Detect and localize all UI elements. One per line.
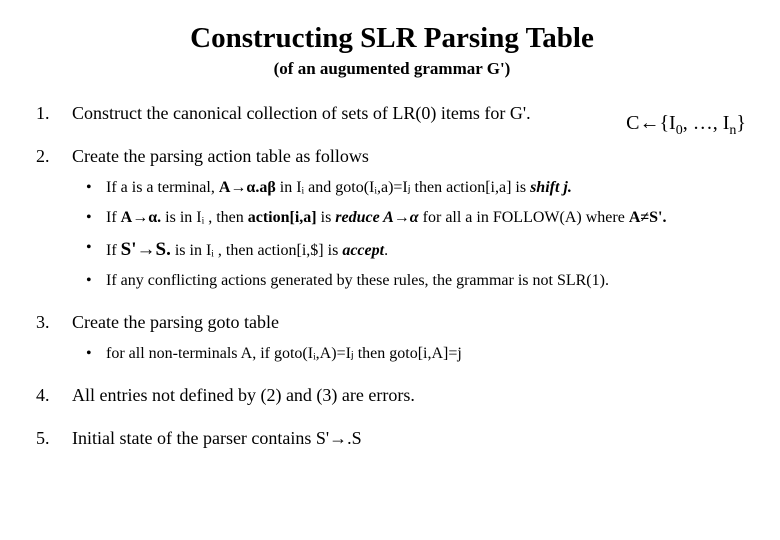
step-2c-mid: is in Iᵢ , then action[i,$] is bbox=[171, 242, 342, 259]
step-2-text: Create the parsing action table as follo… bbox=[72, 146, 369, 166]
step-2b-mid2: is bbox=[317, 209, 336, 226]
step-2a-action: shift j. bbox=[530, 179, 572, 196]
step-2c-production: S'→S. bbox=[121, 242, 171, 259]
step-4-text: All entries not defined by (2) and (3) a… bbox=[72, 385, 415, 405]
step-2a: If a is a terminal, A→α.aβ in Iᵢ and got… bbox=[72, 177, 748, 199]
step-2c-dot: . bbox=[384, 242, 388, 259]
step-2a-pre: If a is a terminal, bbox=[106, 179, 219, 196]
step-3a-text: for all non-terminals A, if goto(Iᵢ,A)=I… bbox=[106, 345, 462, 362]
step-2c-action: accept bbox=[342, 242, 384, 259]
step-2a-production: A→α.aβ bbox=[219, 179, 276, 196]
step-2b-pre: If bbox=[106, 209, 121, 226]
step-5-text: Initial state of the parser contains S'→… bbox=[72, 428, 362, 448]
step-3: Create the parsing goto table for all no… bbox=[36, 310, 748, 365]
step-2b-action: reduce A→α bbox=[335, 209, 418, 226]
step-2b: If A→α. is in Iᵢ , then action[i,a] is r… bbox=[72, 207, 748, 229]
step-3-text: Create the parsing goto table bbox=[72, 312, 279, 332]
slide-subtitle: (of an augumented grammar G') bbox=[36, 59, 748, 79]
step-5: Initial state of the parser contains S'→… bbox=[36, 426, 748, 451]
step-2c-pre: If bbox=[106, 242, 121, 259]
step-1: Construct the canonical collection of se… bbox=[36, 101, 748, 126]
step-2d-text: If any conflicting actions generated by … bbox=[106, 272, 609, 289]
steps-list: Construct the canonical collection of se… bbox=[36, 101, 748, 451]
step-2b-action-label: action[i,a] bbox=[248, 209, 317, 226]
step-2b-production: A→α. bbox=[121, 209, 161, 226]
step-2b-condition: A≠S'. bbox=[629, 209, 667, 226]
step-3-sublist: for all non-terminals A, if goto(Iᵢ,A)=I… bbox=[72, 343, 748, 365]
step-2c: If S'→S. is in Iᵢ , then action[i,$] is … bbox=[72, 237, 748, 263]
step-2a-mid: in Iᵢ and goto(Iᵢ,a)=Iⱼ then action[i,a]… bbox=[276, 179, 530, 196]
step-3a: for all non-terminals A, if goto(Iᵢ,A)=I… bbox=[72, 343, 748, 365]
step-2b-tail: for all a in FOLLOW(A) where bbox=[419, 209, 629, 226]
step-2b-mid1: is in Iᵢ , then bbox=[161, 209, 248, 226]
step-2d: If any conflicting actions generated by … bbox=[72, 270, 748, 292]
slide-title: Constructing SLR Parsing Table bbox=[36, 22, 748, 55]
slide: Constructing SLR Parsing Table (of an au… bbox=[0, 0, 780, 540]
step-2-sublist: If a is a terminal, A→α.aβ in Iᵢ and got… bbox=[72, 177, 748, 291]
step-1-text: Construct the canonical collection of se… bbox=[72, 103, 531, 123]
step-4: All entries not defined by (2) and (3) a… bbox=[36, 383, 748, 408]
step-2: Create the parsing action table as follo… bbox=[36, 144, 748, 292]
